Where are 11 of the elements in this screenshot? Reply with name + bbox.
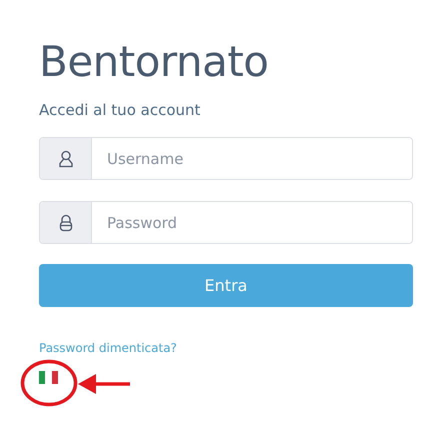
flag-icon[interactable] [39,371,59,384]
input-field[interactable]: Password [39,201,413,244]
page-title: Bentornato [39,36,268,88]
subtitle: Accedi al tuo account [39,100,200,120]
user-icon [58,150,74,168]
submit-button[interactable]: Entra [39,264,413,307]
highlight-circle [20,359,78,407]
arrow [78,373,130,395]
input-field[interactable]: Username [39,137,413,180]
forgot-password-link[interactable]: Password dimenticata? [39,341,177,355]
lock-icon [58,214,72,232]
